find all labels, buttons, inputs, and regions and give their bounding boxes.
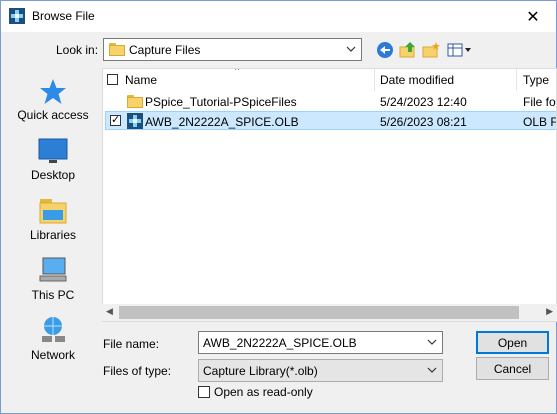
file-date: 5/24/2023 12:40 — [380, 95, 467, 109]
new-folder-icon[interactable] — [422, 41, 440, 59]
back-icon[interactable] — [376, 41, 394, 59]
column-name[interactable]: Name — [125, 73, 157, 87]
scroll-right-icon[interactable]: ▶ — [546, 306, 553, 317]
star-icon — [40, 79, 66, 104]
column-type[interactable]: Type — [523, 73, 549, 87]
item-checkbox[interactable] — [110, 113, 121, 126]
view-menu-icon[interactable] — [447, 41, 473, 59]
chevron-down-icon — [346, 46, 356, 52]
olb-file-icon — [127, 113, 143, 129]
up-folder-icon[interactable] — [399, 41, 417, 59]
sort-caret-icon: ^ — [235, 68, 240, 75]
file-type-value: Capture Library(*.olb) — [203, 364, 318, 378]
file-name: PSpice_Tutorial-PSpiceFiles — [145, 95, 297, 109]
file-list[interactable]: ^ Name Date modified Type PSpice_Tutoria… — [102, 68, 557, 322]
folder-icon — [127, 95, 143, 108]
place-label-this-pc: This PC — [31, 288, 75, 302]
window-title: Browse File — [32, 9, 95, 23]
cancel-button[interactable]: Cancel — [476, 357, 549, 380]
file-name: AWB_2N2222A_SPICE.OLB — [145, 115, 299, 129]
file-name-label: File name: — [103, 337, 160, 351]
scroll-thumb[interactable] — [119, 306, 519, 319]
file-type: OLB F — [523, 115, 557, 129]
file-date: 5/26/2023 08:21 — [380, 115, 467, 129]
place-quick-access[interactable] — [9, 77, 97, 110]
browse-file-dialog: Browse File ✕ Look in: Capture Files Qui… — [0, 0, 557, 414]
read-only-label[interactable]: Open as read-only — [214, 385, 313, 399]
look-in-label: Look in: — [56, 43, 99, 57]
chevron-down-icon — [427, 367, 437, 373]
file-name-input[interactable]: AWB_2N2222A_SPICE.OLB — [198, 331, 443, 354]
look-in-combo[interactable]: Capture Files — [103, 38, 362, 61]
list-item[interactable]: PSpice_Tutorial-PSpiceFiles 5/24/2023 12… — [105, 92, 556, 111]
place-label-quick-access: Quick access — [17, 108, 89, 122]
scroll-left-icon[interactable]: ◀ — [106, 306, 113, 317]
desktop-icon — [38, 138, 68, 163]
place-libraries[interactable] — [9, 196, 97, 229]
file-type: File fo — [523, 95, 556, 109]
file-name-value: AWB_2N2222A_SPICE.OLB — [203, 336, 357, 350]
select-all-checkbox[interactable] — [107, 74, 118, 85]
title-bar: Browse File ✕ — [1, 1, 556, 32]
network-icon — [42, 317, 65, 342]
place-label-libraries: Libraries — [29, 228, 77, 242]
places-bar: Quick access Desktop Libraries This PC N… — [9, 69, 97, 409]
place-label-network: Network — [30, 348, 75, 362]
open-button[interactable]: Open — [476, 331, 549, 354]
computer-icon — [39, 257, 67, 282]
file-type-label: Files of type: — [103, 364, 172, 378]
look-in-value: Capture Files — [129, 43, 201, 57]
app-icon — [9, 8, 25, 24]
place-this-pc[interactable] — [9, 256, 97, 289]
horizontal-scrollbar[interactable]: ◀ ▶ — [102, 304, 557, 321]
column-date-modified[interactable]: Date modified — [380, 73, 454, 87]
close-icon: ✕ — [526, 8, 540, 26]
place-network[interactable] — [9, 315, 97, 348]
place-label-desktop: Desktop — [30, 168, 76, 182]
list-header: ^ Name Date modified Type — [103, 68, 556, 91]
read-only-checkbox[interactable] — [198, 386, 210, 398]
file-type-select[interactable]: Capture Library(*.olb) — [198, 359, 443, 382]
chevron-down-icon[interactable] — [426, 336, 438, 348]
libraries-icon — [39, 199, 67, 224]
close-button[interactable]: ✕ — [510, 1, 556, 32]
place-desktop[interactable] — [9, 137, 97, 170]
list-item[interactable]: AWB_2N2222A_SPICE.OLB 5/26/2023 08:21 OL… — [105, 111, 557, 130]
folder-icon — [109, 43, 125, 56]
